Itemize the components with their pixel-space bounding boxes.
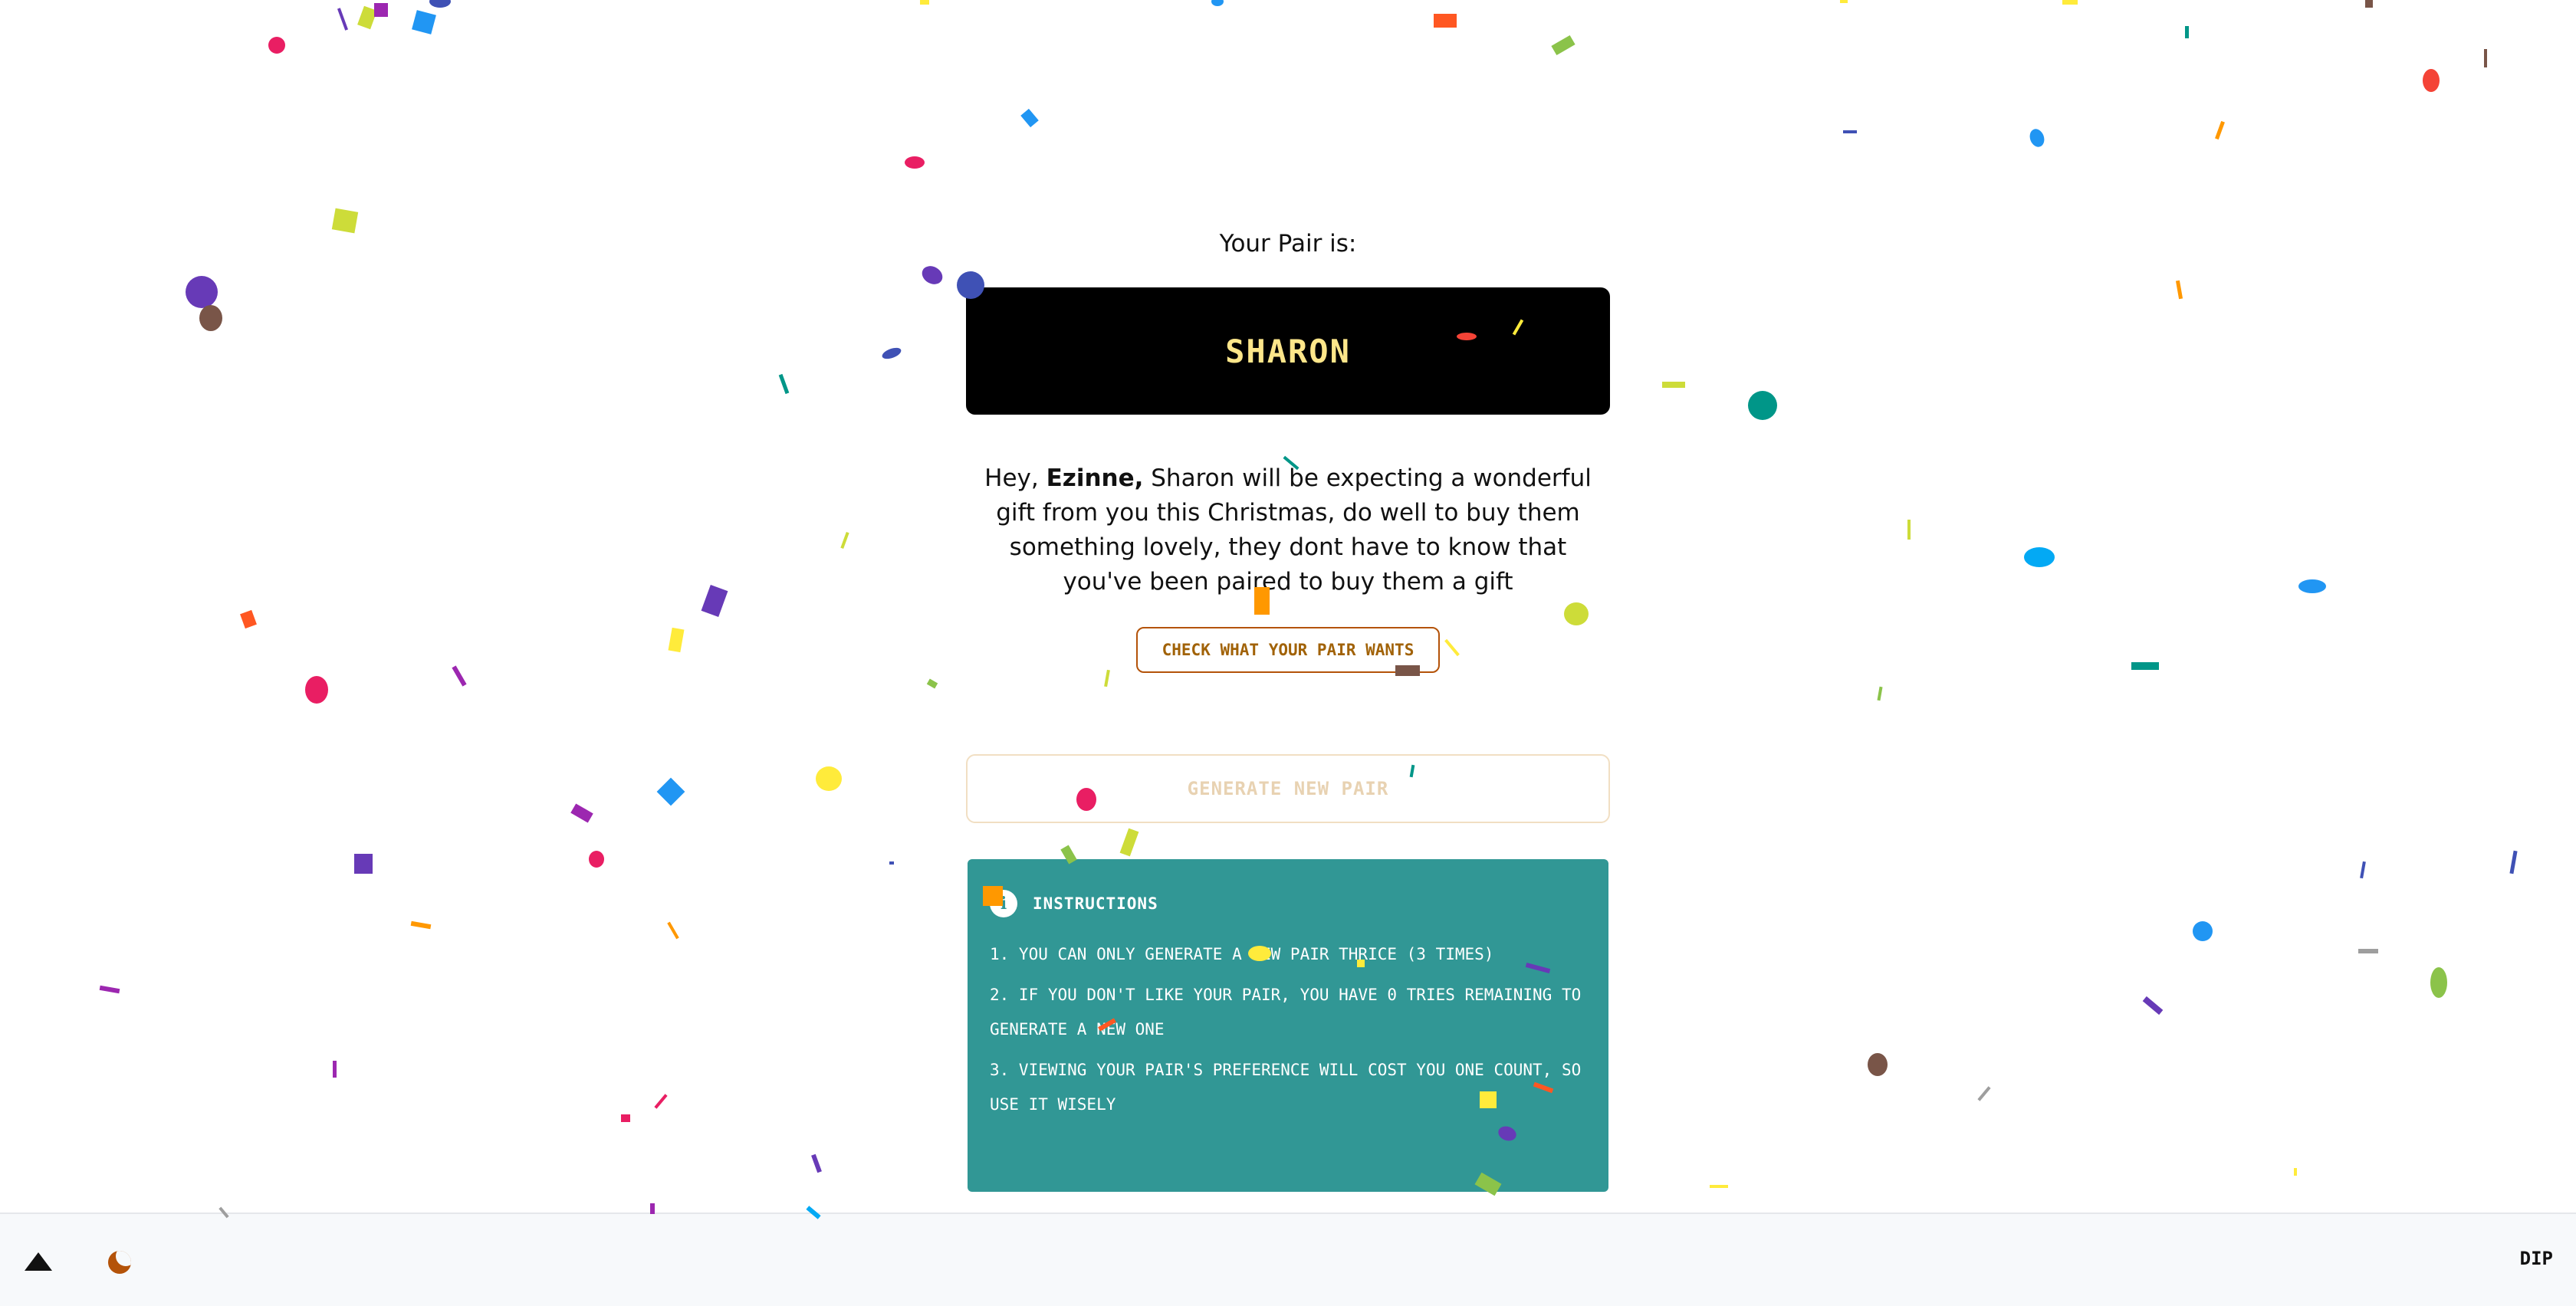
confetti-piece — [778, 373, 790, 395]
confetti-piece — [889, 861, 894, 865]
confetti-piece — [1868, 1053, 1888, 1076]
confetti-piece — [1907, 520, 1911, 540]
message-greeting: Hey, — [984, 464, 1039, 492]
confetti-piece — [2484, 49, 2487, 67]
confetti-piece — [186, 276, 218, 308]
instructions-list: 1. YOU CAN ONLY GENERATE A NEW PAIR THRI… — [990, 937, 1587, 1122]
confetti-piece — [268, 37, 285, 54]
confetti-piece — [2509, 850, 2518, 874]
confetti-piece — [99, 985, 120, 994]
confetti-piece — [668, 627, 685, 653]
confetti-piece — [410, 920, 432, 930]
instructions-title: INSTRUCTIONS — [1033, 894, 1158, 913]
confetti-piece — [2215, 120, 2225, 140]
confetti-piece — [1843, 130, 1857, 133]
confetti-piece — [667, 921, 679, 940]
confetti-piece — [1748, 391, 1777, 420]
confetti-piece — [2294, 1168, 2297, 1176]
confetti-piece — [452, 665, 467, 687]
pair-heading: Your Pair is: — [1219, 230, 1357, 258]
confetti-piece — [429, 0, 451, 8]
confetti-piece — [1877, 686, 1883, 701]
instruction-item: 3. VIEWING YOUR PAIR'S PREFERENCE WILL C… — [990, 1061, 1582, 1114]
confetti-piece — [621, 1114, 630, 1122]
confetti-piece — [305, 676, 328, 704]
confetti-piece — [1662, 382, 1685, 388]
confetti-piece — [412, 10, 436, 34]
confetti-piece — [816, 766, 842, 791]
confetti-piece — [2024, 547, 2055, 567]
confetti-piece — [701, 584, 728, 618]
pair-display: SHARON — [966, 287, 1610, 415]
confetti-piece — [811, 1153, 822, 1173]
confetti-piece — [333, 1061, 337, 1078]
confetti-piece — [374, 3, 388, 17]
confetti-piece — [2358, 949, 2378, 953]
confetti-piece — [918, 262, 946, 288]
triangle-up-icon[interactable] — [25, 1252, 52, 1271]
info-icon: i — [990, 890, 1017, 917]
generate-new-pair-button[interactable]: GENERATE NEW PAIR — [966, 754, 1610, 823]
confetti-piece — [2131, 662, 2159, 670]
confetti-piece — [840, 531, 849, 550]
confetti-piece — [589, 851, 604, 868]
confetti-piece — [331, 208, 359, 234]
confetti-piece — [1977, 1086, 1991, 1101]
pair-name: SHARON — [1225, 332, 1351, 370]
instructions-panel: i INSTRUCTIONS 1. YOU CAN ONLY GENERATE … — [968, 859, 1608, 1192]
confetti-piece — [2027, 126, 2047, 149]
confetti-piece — [1710, 1185, 1728, 1188]
check-pair-wants-button[interactable]: CHECK WHAT YOUR PAIR WANTS — [1136, 627, 1440, 673]
confetti-piece — [926, 678, 938, 689]
confetti-piece — [357, 5, 377, 30]
instruction-item: 2. IF YOU DON'T LIKE YOUR PAIR, YOU HAVE… — [990, 986, 1582, 1039]
brand-logo[interactable]: DIP — [2520, 1248, 2553, 1269]
confetti-piece — [905, 156, 925, 169]
instruction-item: 1. YOU CAN ONLY GENERATE A NEW PAIR THRI… — [990, 945, 1494, 963]
confetti-piece — [880, 345, 903, 362]
confetti-piece — [2360, 861, 2366, 879]
confetti-piece — [2430, 967, 2447, 998]
confetti-piece — [570, 803, 593, 823]
confetti-piece — [199, 305, 222, 331]
page: Your Pair is: SHARON Hey, Ezinne, Sharon… — [0, 0, 2576, 1306]
confetti-piece — [920, 0, 929, 5]
confetti-piece — [2185, 26, 2189, 38]
instructions-header: i INSTRUCTIONS — [990, 890, 1587, 917]
confetti-piece — [2175, 280, 2183, 300]
confetti-piece — [2142, 996, 2164, 1016]
confetti-piece — [337, 8, 349, 31]
confetti-piece — [354, 854, 373, 874]
confetti-piece — [2365, 0, 2373, 8]
moon-icon[interactable] — [108, 1251, 131, 1274]
confetti-piece — [1840, 0, 1848, 3]
confetti-piece — [2193, 921, 2213, 941]
confetti-piece — [2298, 579, 2326, 593]
confetti-piece — [2423, 69, 2440, 92]
main-content: Your Pair is: SHARON Hey, Ezinne, Sharon… — [966, 0, 1610, 1212]
confetti-piece — [240, 609, 257, 629]
confetti-piece — [2062, 0, 2078, 5]
confetti-piece — [654, 1094, 668, 1109]
confetti-piece — [656, 777, 685, 806]
pair-message: Hey, Ezinne, Sharon will be expecting a … — [966, 461, 1610, 599]
message-user-name: Ezinne, — [1046, 464, 1144, 492]
footer: DIP — [0, 1212, 2576, 1306]
